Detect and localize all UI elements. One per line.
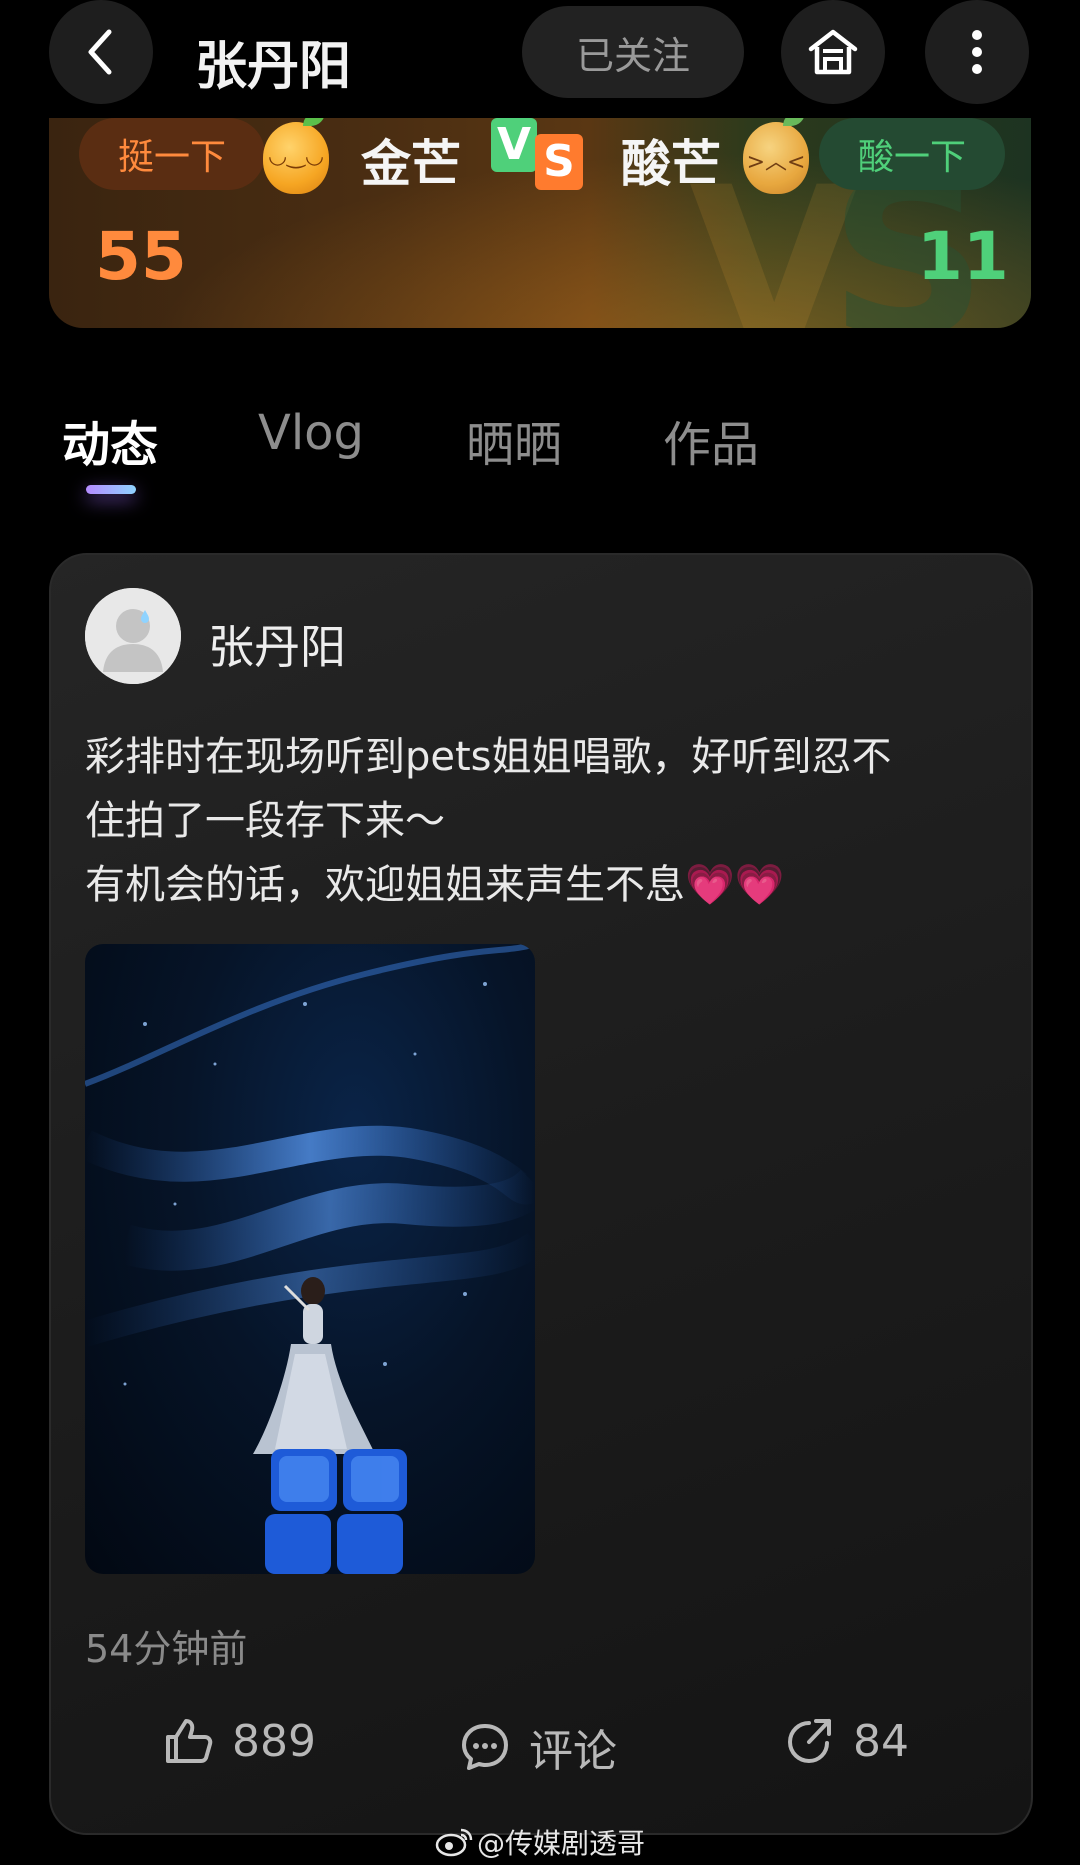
like-button[interactable]: 889: [162, 1715, 316, 1767]
post-card[interactable]: 张丹阳 彩排时在现场听到pets姐姐唱歌，好听到忍不 住拍了一段存下来～ 有机会…: [49, 553, 1033, 1835]
home-icon: [808, 29, 858, 75]
angry-mango-icon: >︿<: [743, 118, 809, 194]
avatar[interactable]: [85, 588, 181, 684]
page-title: 张丹阳: [195, 37, 352, 97]
tab-shaishai[interactable]: 晒晒: [466, 405, 562, 475]
post-author[interactable]: 张丹阳: [208, 611, 346, 677]
follow-button[interactable]: 已关注: [522, 6, 744, 98]
post-time: 54分钟前: [85, 1627, 248, 1671]
share-icon: [787, 1719, 831, 1764]
back-button[interactable]: [49, 0, 153, 104]
weibo-logo-icon: [435, 1828, 473, 1857]
like-count: 889: [232, 1715, 316, 1767]
versus-card: V S 挺一下 ◡‿◡ 金芒 V S 酸芒 >︿< 酸一下 55 11: [49, 118, 1031, 328]
tab-vlog[interactable]: Vlog: [258, 405, 364, 461]
post-text-line: 住拍了一段存下来～: [85, 798, 445, 844]
watermark: @传媒剧透哥: [435, 1822, 645, 1862]
watermark-text: @传媒剧透哥: [477, 1827, 646, 1860]
heart-emoji: 💗💗: [685, 862, 785, 908]
home-button[interactable]: [781, 0, 885, 104]
tab-dynamic[interactable]: 动态: [62, 405, 158, 475]
support-left-button[interactable]: 挺一下: [79, 118, 265, 190]
comment-icon: [462, 1724, 508, 1770]
left-score: 55: [95, 218, 187, 295]
support-right-button[interactable]: 酸一下: [819, 118, 1005, 190]
left-team-name: 金芒: [361, 135, 461, 193]
tab-indicator: [86, 485, 136, 494]
share-count: 84: [853, 1715, 909, 1767]
happy-mango-icon: ◡‿◡: [263, 118, 329, 194]
post-image[interactable]: [85, 944, 535, 1574]
post-text: 彩排时在现场听到pets姐姐唱歌，好听到忍不 住拍了一段存下来～ 有机会的话，欢…: [85, 725, 985, 917]
post-text-line-3: 有机会的话，欢迎姐姐来声生不息: [85, 862, 685, 908]
post-text-line: 有机会的话，欢迎姐姐来声生不息💗💗: [85, 853, 985, 917]
post-text-line: 彩排时在现场听到pets姐姐唱歌，好听到忍不: [85, 734, 892, 780]
vs-s: S: [535, 134, 583, 190]
more-button[interactable]: [925, 0, 1029, 104]
share-button[interactable]: 84: [783, 1715, 909, 1767]
comment-label: 评论: [529, 1726, 617, 1777]
right-score: 11: [917, 218, 1009, 295]
vs-v: V: [491, 118, 537, 172]
more-vertical-icon: [972, 30, 982, 74]
concert-photo: [85, 944, 535, 1574]
comment-button[interactable]: 评论: [459, 1715, 617, 1779]
default-avatar-icon: [85, 588, 181, 684]
chevron-left-icon: [88, 29, 112, 75]
thumbs-up-icon: [166, 1719, 213, 1763]
right-team-name: 酸芒: [621, 135, 721, 193]
tab-works[interactable]: 作品: [663, 405, 759, 475]
